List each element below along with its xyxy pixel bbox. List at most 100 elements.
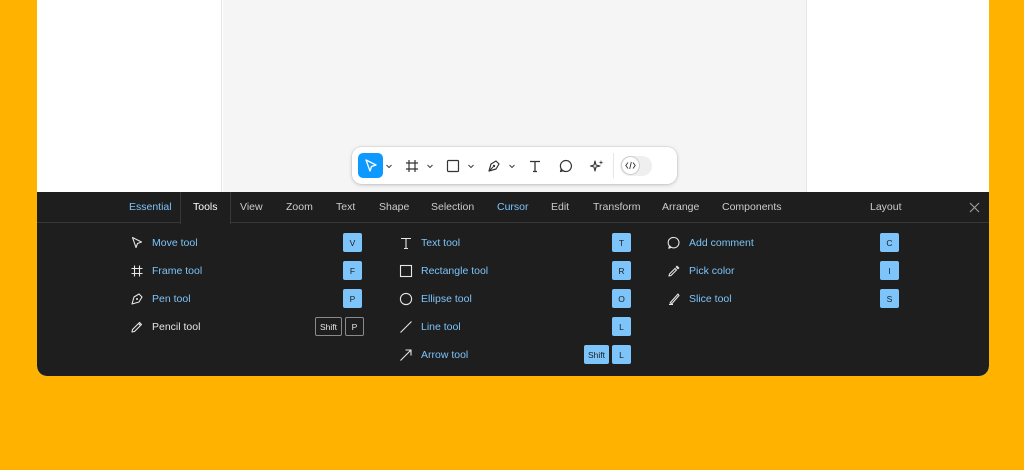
shortcut-label: Arrow tool [421, 349, 469, 361]
tab-cursor[interactable]: Cursor [497, 192, 529, 223]
shortcut-keys: Shift P [315, 317, 365, 336]
tab-selection[interactable]: Selection [431, 192, 474, 223]
shortcut-add-comment: Add comment [666, 233, 754, 253]
properties-panel [806, 0, 989, 192]
chevron-down-icon [509, 164, 515, 168]
key-cap: O [612, 289, 631, 308]
code-brackets-icon [622, 157, 639, 174]
shortcut-keys: C [880, 233, 899, 252]
tab-components[interactable]: Components [722, 192, 782, 223]
key-cap: L [612, 345, 632, 364]
key-cap: I [880, 261, 899, 280]
eyedropper-icon [666, 263, 682, 279]
close-panel-button[interactable] [967, 200, 981, 214]
tab-essential[interactable]: Essential [129, 192, 172, 223]
dev-mode-toggle[interactable] [620, 155, 652, 176]
tab-text[interactable]: Text [336, 192, 355, 223]
shortcut-label: Slice tool [689, 293, 732, 305]
shortcut-keys: Shift L [584, 345, 632, 364]
shortcut-keys: R [612, 261, 631, 280]
key-cap: P [343, 289, 362, 308]
key-cap: Shift [584, 345, 610, 364]
shortcut-label: Rectangle tool [421, 265, 489, 277]
shortcut-move-tool: Move tool [129, 233, 198, 253]
pen-nib-icon [129, 291, 145, 307]
frame-tool-button[interactable] [399, 153, 424, 178]
cursor-arrow-icon [364, 158, 377, 172]
comment-tool-button[interactable] [553, 153, 578, 178]
pencil-icon [129, 319, 145, 335]
actions-button[interactable] [584, 153, 609, 178]
layers-panel [37, 0, 222, 192]
pen-nib-icon [487, 159, 500, 172]
shortcut-label: Ellipse tool [421, 293, 472, 305]
key-cap: T [612, 233, 631, 252]
tab-arrange[interactable]: Arrange [662, 192, 699, 223]
shortcut-keys: V [343, 233, 362, 252]
key-cap: V [343, 233, 362, 252]
arrow-icon [398, 347, 414, 363]
key-cap: F [343, 261, 362, 280]
shortcut-keys: P [343, 289, 362, 308]
chevron-down-icon [468, 164, 474, 168]
slice-knife-icon [666, 291, 682, 307]
shape-tool-button[interactable] [440, 153, 465, 178]
shortcut-label: Move tool [152, 237, 198, 249]
shortcut-keys: O [612, 289, 631, 308]
move-tool-button[interactable] [358, 153, 383, 178]
frame-tool-menu[interactable] [424, 153, 436, 178]
shortcut-frame-tool: Frame tool [129, 261, 202, 281]
text-t-icon [398, 235, 414, 251]
key-cap: Shift [315, 317, 343, 336]
shortcut-keys: F [343, 261, 362, 280]
tab-tools[interactable]: Tools [180, 192, 231, 224]
text-t-icon [529, 160, 540, 172]
tab-edit[interactable]: Edit [551, 192, 569, 223]
close-icon [969, 202, 979, 212]
tab-shape[interactable]: Shape [379, 192, 409, 223]
line-icon [398, 319, 414, 335]
key-cap: S [880, 289, 899, 308]
shortcut-label: Pencil tool [152, 321, 201, 333]
shortcut-label: Frame tool [152, 265, 203, 277]
text-tool-button[interactable] [522, 153, 547, 178]
shortcut-slice-tool: Slice tool [666, 289, 732, 309]
tab-layout[interactable]: Layout [870, 192, 902, 223]
shortcut-pencil-tool: Pencil tool [129, 317, 200, 337]
tab-view[interactable]: View [240, 192, 263, 223]
keyboard-shortcuts-panel: Essential Tools View Zoom Text Shape Sel… [37, 192, 989, 376]
shortcut-label: Add comment [689, 237, 754, 249]
shortcut-category-tabs: Essential Tools View Zoom Text Shape Sel… [37, 192, 989, 224]
shortcut-arrow-tool: Arrow tool [398, 345, 468, 365]
shortcut-label: Pick color [689, 265, 735, 277]
tab-zoom[interactable]: Zoom [286, 192, 313, 223]
shape-tool-menu[interactable] [465, 153, 477, 178]
chevron-down-icon [386, 164, 392, 168]
comment-bubble-icon [559, 159, 572, 172]
pen-tool-menu[interactable] [506, 153, 518, 178]
shortcut-ellipse-tool: Ellipse tool [398, 289, 472, 309]
shortcut-rectangle-tool: Rectangle tool [398, 261, 488, 281]
cursor-arrow-icon [129, 235, 145, 251]
frame-hash-icon [405, 159, 418, 172]
figma-window: Essential Tools View Zoom Text Shape Sel… [37, 0, 989, 376]
shortcut-keys: I [880, 261, 899, 280]
rectangle-icon [446, 159, 459, 172]
shortcut-keys: S [880, 289, 899, 308]
sparkle-actions-icon [589, 159, 603, 172]
shortcut-line-tool: Line tool [398, 317, 461, 337]
shortcut-keys: L [612, 317, 631, 336]
shortcut-label: Line tool [421, 321, 461, 333]
ellipse-icon [398, 291, 414, 307]
key-cap: L [612, 317, 631, 336]
shortcut-keys: T [612, 233, 631, 252]
shortcut-pick-color: Pick color [666, 261, 735, 281]
rectangle-icon [398, 263, 414, 279]
frame-hash-icon [129, 263, 145, 279]
pen-tool-button[interactable] [481, 153, 506, 178]
key-cap: P [345, 317, 365, 336]
move-tool-menu[interactable] [383, 153, 395, 178]
shortcut-pen-tool: Pen tool [129, 289, 191, 309]
tab-transform[interactable]: Transform [593, 192, 640, 223]
shortcut-label: Text tool [421, 237, 461, 249]
